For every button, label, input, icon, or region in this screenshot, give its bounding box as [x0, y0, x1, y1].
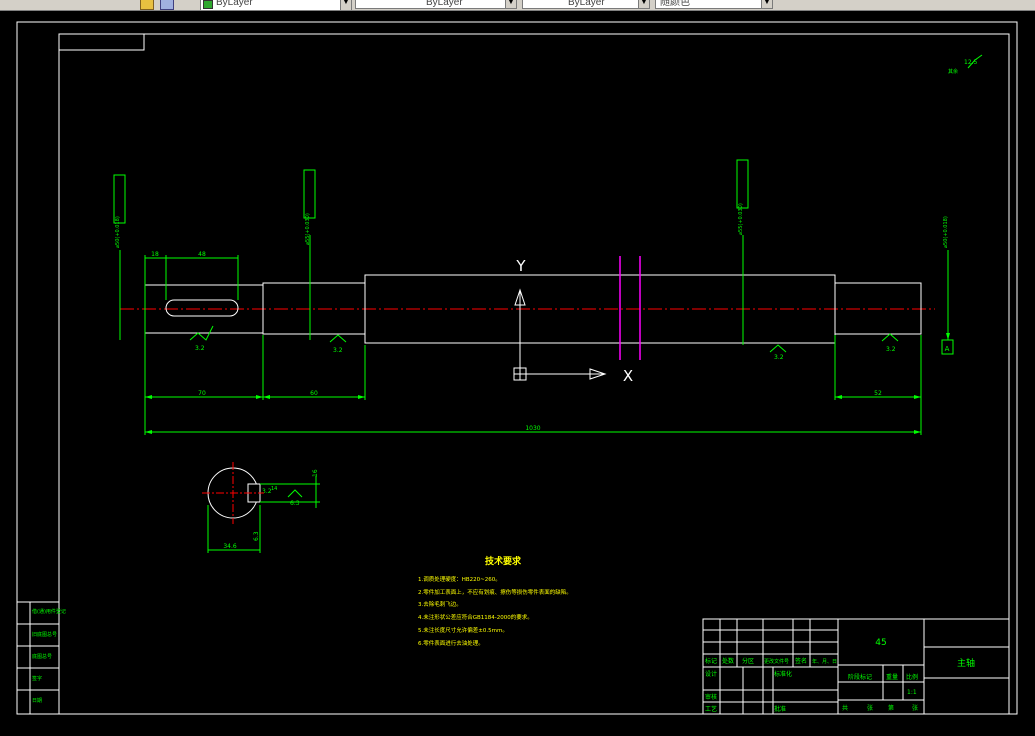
svg-text:设计: 设计: [705, 670, 717, 678]
svg-text:3.2: 3.2: [774, 354, 784, 361]
side-cell-2: 旧底图总号: [32, 631, 57, 638]
svg-text:16: 16: [312, 469, 319, 477]
drawing-canvas[interactable]: 18 48 70 60 52 1030 ⌀50(+0.018) ⌀55(+0.0…: [0, 11, 1035, 736]
side-cell-4: 签字: [32, 675, 42, 682]
svg-text:⌀55(+0.030): ⌀55(+0.030): [738, 203, 744, 235]
svg-text:张: 张: [867, 704, 873, 712]
svg-text:其余: 其余: [948, 68, 958, 75]
properties-toolbar: ByLayer ▼ ByLayer ▼ ByLayer ▼ 随颜色 ▼: [0, 0, 1035, 11]
surface-finish-symbols: [189, 54, 983, 498]
note-2: 2.零件加工表面上，不应有划痕、擦伤等损伤零件表面的缺陷。: [418, 588, 572, 596]
material: 45: [875, 638, 886, 648]
svg-text:工艺: 工艺: [705, 705, 717, 713]
svg-text:审核: 审核: [705, 693, 717, 701]
surface-finish-texts: 3.2 3.2 3.2 3.2 3.2 6.3 6.3 12.5 其余: [195, 59, 978, 541]
note-1: 1.调质处理硬度：HB220~260。: [418, 575, 501, 583]
dim-segment-2: 60: [310, 390, 318, 397]
note-4: 4.未注形状公差应符合GB1184-2000的要求。: [418, 613, 533, 621]
svg-text:年、月、日: 年、月、日: [812, 658, 837, 665]
ucs-x-label: X: [623, 367, 633, 385]
svg-text:签名: 签名: [795, 657, 807, 665]
tolerance-frames: [113, 159, 954, 355]
svg-text:12.5: 12.5: [964, 59, 978, 66]
dimension-arrows: [145, 333, 950, 434]
svg-text:34.6: 34.6: [223, 543, 237, 550]
svg-text:第: 第: [888, 704, 894, 712]
svg-text:共: 共: [842, 704, 848, 712]
svg-text:3.2: 3.2: [333, 347, 343, 354]
linetype-control[interactable]: ByLayer ▼: [355, 0, 517, 9]
svg-text:标准化: 标准化: [774, 670, 792, 678]
svg-text:3.2: 3.2: [886, 346, 896, 353]
svg-text:比例: 比例: [906, 673, 918, 681]
dim-total-length: 1030: [525, 425, 540, 432]
svg-text:分区: 分区: [742, 657, 754, 665]
note-3: 3.去除毛刺飞边。: [418, 600, 462, 608]
svg-text:阶段标记: 阶段标记: [848, 673, 872, 681]
svg-text:批准: 批准: [774, 705, 786, 713]
dim-segment-1: 70: [198, 390, 206, 397]
svg-text:重量: 重量: [886, 673, 898, 681]
chevron-down-icon[interactable]: ▼: [761, 0, 772, 8]
svg-text:张: 张: [912, 704, 918, 712]
side-cell-1: 借(通)用件登记: [32, 608, 66, 615]
svg-text:更改文件号: 更改文件号: [764, 658, 789, 665]
svg-text:标记: 标记: [705, 657, 717, 665]
notes-title: 技术要求: [485, 555, 522, 567]
part-name: 主轴: [957, 657, 975, 669]
note-5: 5.未注长度尺寸允许偏差±0.5mm。: [418, 626, 508, 634]
dim-key-offset: 18: [151, 251, 159, 258]
svg-text:1:1: 1:1: [907, 689, 917, 696]
lineweight-control[interactable]: ByLayer ▼: [522, 0, 650, 9]
code-box: [58, 33, 145, 51]
layer-icon[interactable]: [140, 0, 154, 10]
side-cell-3: 底图总号: [32, 653, 52, 660]
chevron-down-icon[interactable]: ▼: [340, 0, 351, 10]
chevron-down-icon[interactable]: ▼: [638, 0, 649, 8]
diameter-labels: ⌀50(+0.018) ⌀55(+0.030) ⌀55(+0.030) ⌀50(…: [115, 203, 949, 248]
svg-text:3.2: 3.2: [195, 345, 205, 352]
dimension-lines: [119, 235, 949, 435]
datum-label: A: [945, 345, 950, 353]
svg-text:6.3: 6.3: [253, 531, 260, 541]
svg-text:14: 14: [271, 486, 277, 492]
svg-text:⌀55(+0.030): ⌀55(+0.030): [305, 213, 311, 245]
chevron-down-icon[interactable]: ▼: [505, 0, 516, 8]
svg-text:处数: 处数: [722, 657, 734, 665]
ucs-y-label: Y: [515, 257, 526, 275]
dim-key-length: 48: [198, 251, 206, 258]
svg-text:⌀50(+0.018): ⌀50(+0.018): [115, 216, 121, 248]
svg-text:⌀50(+0.018): ⌀50(+0.018): [943, 216, 949, 248]
section-view: 16 34.6 14: [202, 462, 320, 553]
side-cell-5: 日期: [32, 698, 42, 704]
technical-notes: 技术要求 1.调质处理硬度：HB220~260。 2.零件加工表面上，不应有划痕…: [418, 555, 572, 647]
note-6: 6.零件表面进行去油处理。: [418, 639, 484, 647]
color-swatch-icon: [203, 0, 213, 9]
ucs-icon: [513, 288, 607, 381]
plotstyle-control[interactable]: 随颜色 ▼: [655, 0, 773, 9]
svg-text:6.3: 6.3: [290, 500, 300, 507]
dim-segment-end: 52: [874, 390, 882, 397]
layer-states-icon[interactable]: [160, 0, 174, 10]
color-control[interactable]: ByLayer ▼: [200, 0, 352, 10]
